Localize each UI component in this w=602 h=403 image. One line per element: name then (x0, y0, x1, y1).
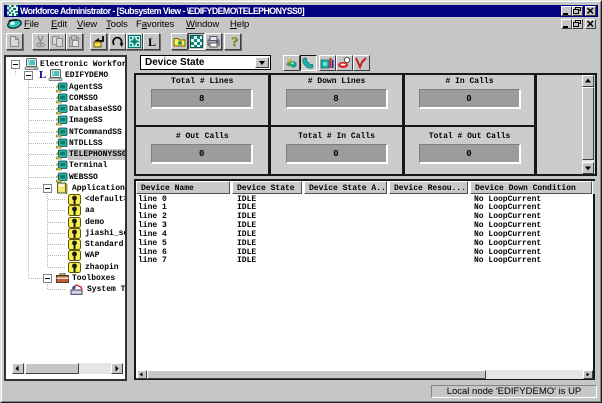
svg-text:?: ? (231, 35, 238, 48)
svg-text:L: L (148, 35, 156, 48)
